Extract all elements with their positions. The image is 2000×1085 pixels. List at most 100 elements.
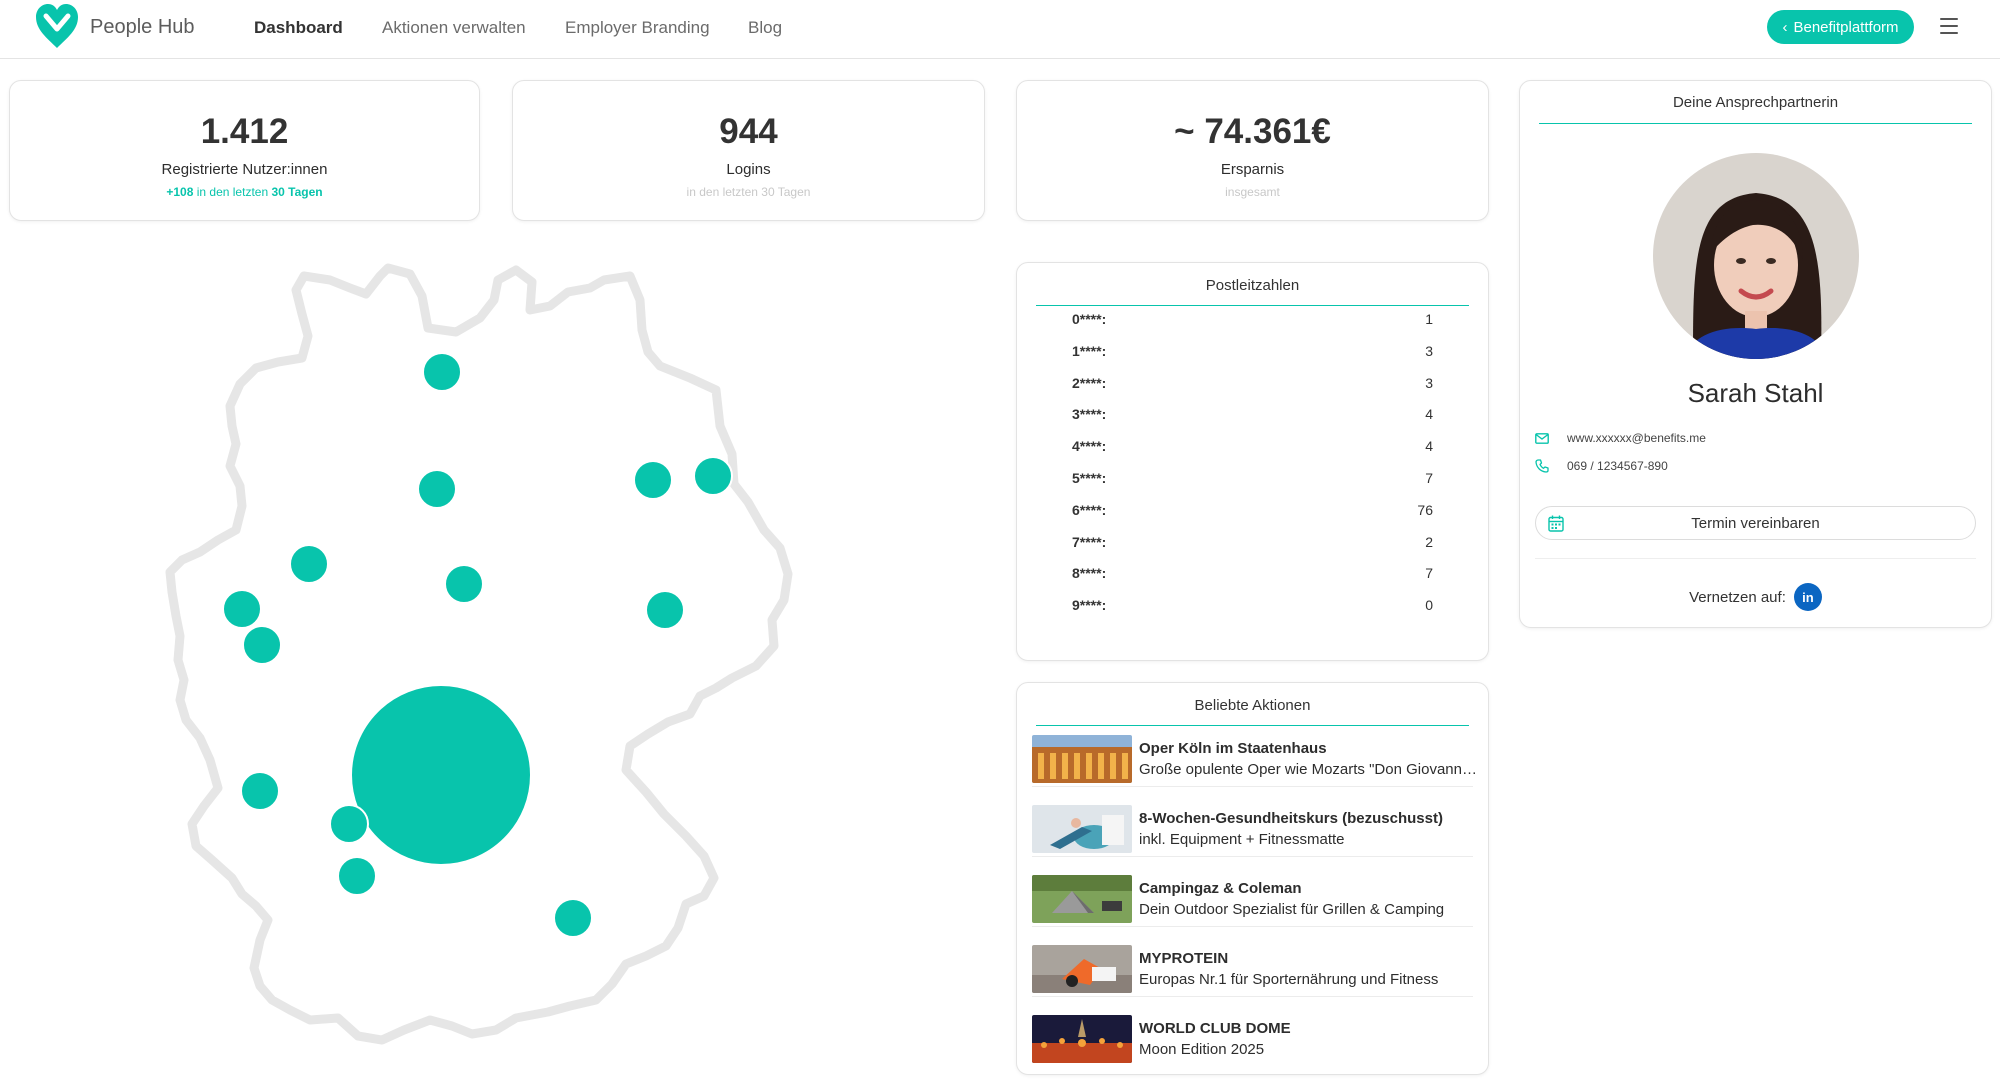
postleitzahl-prefix: 3****:	[1072, 406, 1107, 423]
postleitzahl-count: 1	[1425, 311, 1433, 327]
social-network-row: Vernetzen auf: in	[1520, 583, 1991, 611]
map-point-region-6[interactable]	[329, 804, 369, 844]
aktion-thumbnail	[1032, 875, 1132, 923]
nav-aktionen-verwalten[interactable]: Aktionen verwalten	[382, 18, 526, 38]
aktion-title: MYPROTEIN	[1139, 950, 1229, 967]
map-point-region-5[interactable]	[242, 625, 282, 665]
contact-phone-row[interactable]: 069 / 1234567-890	[1535, 457, 1668, 475]
map-point-region-1[interactable]	[633, 460, 673, 500]
postleitzahl-row: 4****: 4	[1072, 438, 1433, 458]
heart-logo-icon[interactable]	[33, 2, 81, 52]
postleitzahl-row: 2****: 3	[1072, 375, 1433, 395]
aktion-thumbnail	[1032, 945, 1132, 993]
benefitplattform-label: Benefitplattform	[1793, 18, 1899, 36]
title-divider	[1036, 725, 1469, 726]
postleitzahl-prefix: 2****:	[1072, 374, 1107, 391]
postleitzahl-prefix: 1****:	[1072, 342, 1107, 359]
stat-label: Registrierte Nutzer:innen	[161, 161, 328, 178]
postleitzahl-prefix: 7****:	[1072, 533, 1107, 550]
map-point-region-6[interactable]	[350, 684, 532, 866]
stat-value: 1.412	[200, 112, 289, 151]
list-item[interactable]: 8-Wochen-Gesundheitskurs (bezuschusst) i…	[1032, 801, 1473, 857]
map-points	[222, 352, 733, 938]
nav-employer-branding[interactable]: Employer Branding	[565, 18, 710, 38]
appointment-button[interactable]: Termin vereinbaren	[1535, 506, 1976, 540]
benefitplattform-button[interactable]: ‹ Benefitplattform	[1767, 10, 1914, 44]
appointment-label: Termin vereinbaren	[1691, 514, 1820, 532]
postleitzahl-row: 9****: 0	[1072, 597, 1433, 617]
postleitzahl-prefix: 0****:	[1072, 311, 1107, 327]
aktionen-title: Beliebte Aktionen	[1194, 697, 1311, 714]
title-divider	[1036, 305, 1469, 306]
stat-card-logins: 944 Logins in den letzten 30 Tagen	[512, 80, 985, 221]
contact-email[interactable]: www.xxxxxx@benefits.me	[1567, 431, 1706, 445]
postleitzahlen-card: Postleitzahlen 0****: 1 1****: 3 2****: 3 3***…	[1016, 262, 1489, 661]
map-point-region-1[interactable]	[645, 590, 685, 630]
hamburger-menu-icon[interactable]	[1940, 18, 1958, 34]
postleitzahl-row: 1****: 3	[1072, 343, 1433, 363]
map-point-region-2[interactable]	[422, 352, 462, 392]
map-point-region-5[interactable]	[240, 771, 280, 811]
postleitzahl-row: 5****: 7	[1072, 470, 1433, 490]
stat-label: Ersparnis	[1220, 161, 1285, 178]
postleitzahl-count: 7	[1425, 470, 1433, 486]
map-point-region-7[interactable]	[337, 856, 377, 896]
nav-blog[interactable]: Blog	[748, 18, 782, 38]
aktion-description: Dein Outdoor Spezialist für Grillen & Ca…	[1139, 901, 1445, 918]
stat-value: 944	[719, 112, 778, 151]
map-point-region-8[interactable]	[553, 898, 593, 938]
aktion-thumbnail	[1032, 805, 1132, 853]
phone-icon	[1535, 459, 1549, 473]
aktion-title: 8-Wochen-Gesundheitskurs (bezuschusst)	[1139, 810, 1443, 827]
list-item[interactable]: Campingaz & Coleman Dein Outdoor Spezial…	[1032, 871, 1473, 927]
postleitzahlen-title: Postleitzahlen	[1205, 277, 1300, 294]
postleitzahl-prefix: 5****:	[1072, 470, 1107, 486]
stat-card-savings: ~ 74.361€ Ersparnis insgesamt	[1016, 80, 1489, 221]
aktion-description: inkl. Equipment + Fitnessmatte	[1139, 831, 1345, 848]
stat-subtext: +108 in den letzten 30 Tagen	[10, 185, 479, 199]
aktion-description: Moon Edition 2025	[1139, 1041, 1265, 1058]
aktion-thumbnail	[1032, 1015, 1132, 1063]
contact-card: Deine Ansprechpartnerin Sarah Stahl www.…	[1519, 80, 1992, 628]
list-item[interactable]: MYPROTEIN Europas Nr.1 für Sporternährun…	[1032, 941, 1473, 997]
aktion-title: Oper Köln im Staatenhaus	[1139, 740, 1327, 757]
map-point-region-4[interactable]	[289, 544, 329, 584]
contact-phone[interactable]: 069 / 1234567-890	[1567, 459, 1668, 473]
contact-email-row[interactable]: www.xxxxxx@benefits.me	[1535, 429, 1706, 447]
postleitzahl-count: 76	[1417, 501, 1433, 518]
title-divider	[1539, 123, 1972, 124]
map-point-region-3[interactable]	[444, 564, 484, 604]
linkedin-icon[interactable]: in	[1793, 583, 1822, 611]
postleitzahl-row: 3****: 4	[1072, 406, 1433, 426]
aktion-title: WORLD CLUB DOME	[1139, 1020, 1291, 1037]
mail-icon	[1535, 432, 1549, 444]
stat-growth-period: 30 Tagen	[271, 185, 323, 199]
stat-label: Logins	[726, 161, 771, 178]
map-point-region-4[interactable]	[222, 589, 262, 629]
avatar	[1653, 153, 1859, 359]
stat-card-registered-users: 1.412 Registrierte Nutzer:innen +108 in …	[9, 80, 480, 221]
list-item[interactable]: WORLD CLUB DOME Moon Edition 2025	[1032, 1011, 1473, 1067]
stat-growth-text: in den letzten	[193, 185, 272, 199]
postleitzahl-count: 0	[1425, 597, 1433, 614]
list-item[interactable]: Oper Köln im Staatenhaus Große opulente …	[1032, 731, 1479, 787]
postleitzahl-count: 2	[1425, 533, 1433, 550]
postleitzahl-count: 4	[1425, 406, 1433, 423]
map-point-region-3[interactable]	[417, 469, 457, 509]
stat-growth-count: +108	[166, 185, 194, 199]
brand-name[interactable]: People Hub	[90, 16, 195, 39]
beliebte-aktionen-card: Beliebte Aktionen Oper Köln im Staatenha…	[1016, 682, 1489, 1075]
top-navigation-bar: People Hub Dashboard Aktionen verwalten …	[0, 0, 2000, 59]
aktion-description: Große opulente Oper wie Mozarts "Don Gio…	[1139, 761, 1479, 778]
map-point-region-0[interactable]	[693, 456, 733, 496]
stat-value: ~ 74.361€	[1174, 112, 1331, 151]
postleitzahl-row: 8****: 7	[1072, 565, 1433, 585]
aktion-thumbnail	[1032, 735, 1132, 783]
postleitzahl-count: 7	[1425, 565, 1433, 582]
nav-dashboard[interactable]: Dashboard	[254, 18, 343, 38]
postleitzahl-prefix: 4****:	[1072, 438, 1107, 455]
stat-subtext: in den letzten 30 Tagen	[686, 185, 811, 199]
contact-card-title: Deine Ansprechpartnerin	[1672, 94, 1839, 111]
postleitzahl-row: 6****: 76	[1072, 502, 1433, 522]
postleitzahl-prefix: 9****:	[1072, 597, 1107, 614]
